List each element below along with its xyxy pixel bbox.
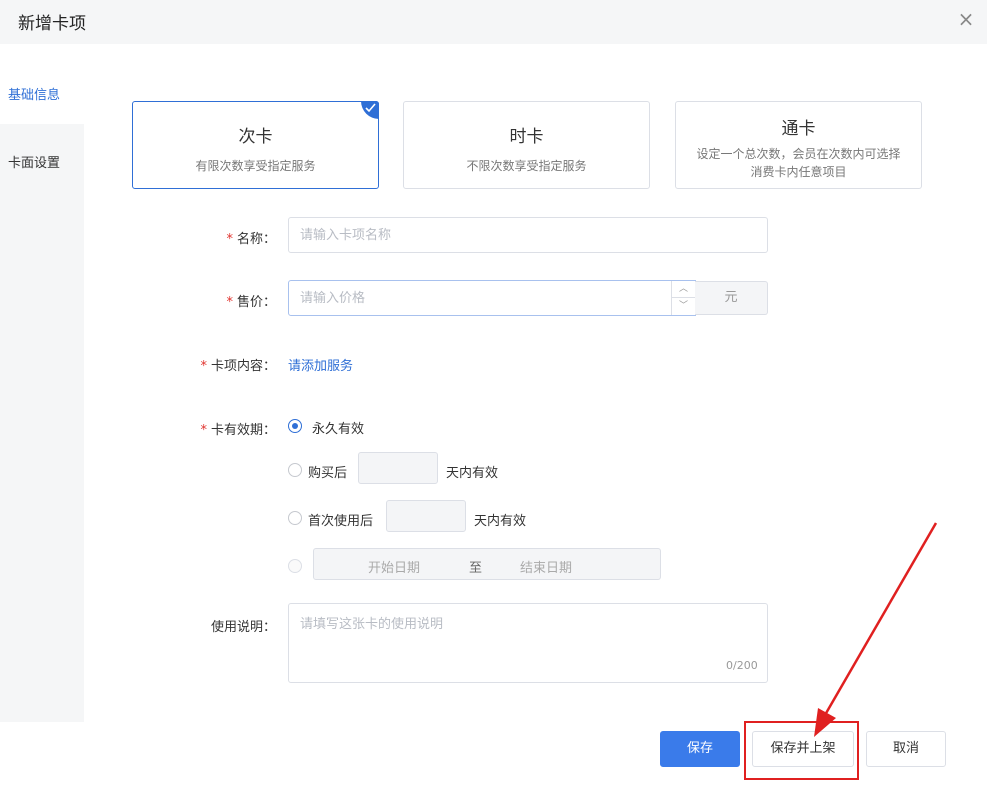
card-type-count[interactable]: 次卡 有限次数享受指定服务 <box>132 101 379 189</box>
radio-permanent[interactable] <box>288 419 302 433</box>
dialog-header: 新增卡项 × <box>0 0 987 44</box>
required-mark: * <box>200 359 207 374</box>
highlight-box <box>744 721 859 780</box>
sidebar-item-basic-info[interactable]: 基础信息 <box>0 44 84 124</box>
card-type-title: 次卡 <box>238 127 273 147</box>
sidebar-item-label: 基础信息 <box>8 88 61 103</box>
purchase-days-suffix: 天内有效 <box>446 466 499 481</box>
radio-after-purchase[interactable] <box>288 463 302 477</box>
close-icon[interactable]: × <box>955 8 977 30</box>
radio-after-first-use-label: 首次使用后 <box>308 514 374 529</box>
radio-after-first-use[interactable] <box>288 511 302 525</box>
price-input[interactable] <box>288 280 696 316</box>
validity-label: * 卡有效期： <box>180 419 276 438</box>
first-use-days-suffix: 天内有效 <box>474 514 527 529</box>
chevron-down-icon[interactable]: ﹀ <box>672 298 695 315</box>
sidebar-item-label: 卡面设置 <box>8 156 61 171</box>
radio-date-range[interactable] <box>288 559 302 573</box>
price-unit: 元 <box>695 281 768 315</box>
name-label-text: 名称： <box>236 232 276 247</box>
card-type-title: 通卡 <box>781 119 816 139</box>
sidebar: 基础信息 卡面设置 <box>0 44 84 722</box>
add-service-link[interactable]: 请添加服务 <box>288 355 353 374</box>
price-label: * 售价： <box>200 291 276 310</box>
card-type-desc: 有限次数享受指定服务 <box>195 159 316 173</box>
card-type-desc: 设定一个总次数，会员在次数内可选择消费卡内任意项目 <box>696 147 901 179</box>
validity-label-text: 卡有效期： <box>210 423 276 438</box>
purchase-days-input[interactable] <box>358 452 438 484</box>
required-mark: * <box>200 423 207 438</box>
first-use-days-input[interactable] <box>386 500 466 532</box>
card-type-desc: 不限次数享受指定服务 <box>466 159 587 173</box>
radio-after-purchase-label: 购买后 <box>308 466 348 481</box>
cancel-button[interactable]: 取消 <box>866 731 946 767</box>
check-icon <box>361 101 379 119</box>
name-input[interactable] <box>288 217 768 253</box>
required-mark: * <box>226 295 233 310</box>
notes-textarea[interactable] <box>288 603 768 683</box>
save-button[interactable]: 保存 <box>660 731 740 767</box>
chevron-up-icon[interactable]: ︿ <box>672 281 695 298</box>
card-type-title: 时卡 <box>509 127 544 147</box>
price-label-text: 售价： <box>236 295 276 310</box>
start-date-placeholder: 开始日期 <box>368 561 421 576</box>
sidebar-item-card-face[interactable]: 卡面设置 <box>0 124 84 204</box>
content-label-text: 卡项内容： <box>210 359 276 374</box>
notes-label: 使用说明： <box>210 620 276 635</box>
notes-counter: 0/200 <box>726 659 758 672</box>
date-range-picker[interactable]: 开始日期 至 结束日期 <box>313 548 661 580</box>
required-mark: * <box>226 232 233 247</box>
end-date-placeholder: 结束日期 <box>520 561 573 576</box>
card-type-time[interactable]: 时卡 不限次数享受指定服务 <box>403 101 650 189</box>
content-label: * 卡项内容： <box>180 355 276 374</box>
card-type-universal[interactable]: 通卡 设定一个总次数，会员在次数内可选择消费卡内任意项目 <box>675 101 922 189</box>
radio-permanent-label: 永久有效 <box>312 422 365 437</box>
price-stepper: ︿ ﹀ <box>671 281 695 315</box>
dialog-title: 新增卡项 <box>18 14 86 34</box>
name-label: * 名称： <box>200 228 276 247</box>
date-range-separator: 至 <box>469 561 483 576</box>
